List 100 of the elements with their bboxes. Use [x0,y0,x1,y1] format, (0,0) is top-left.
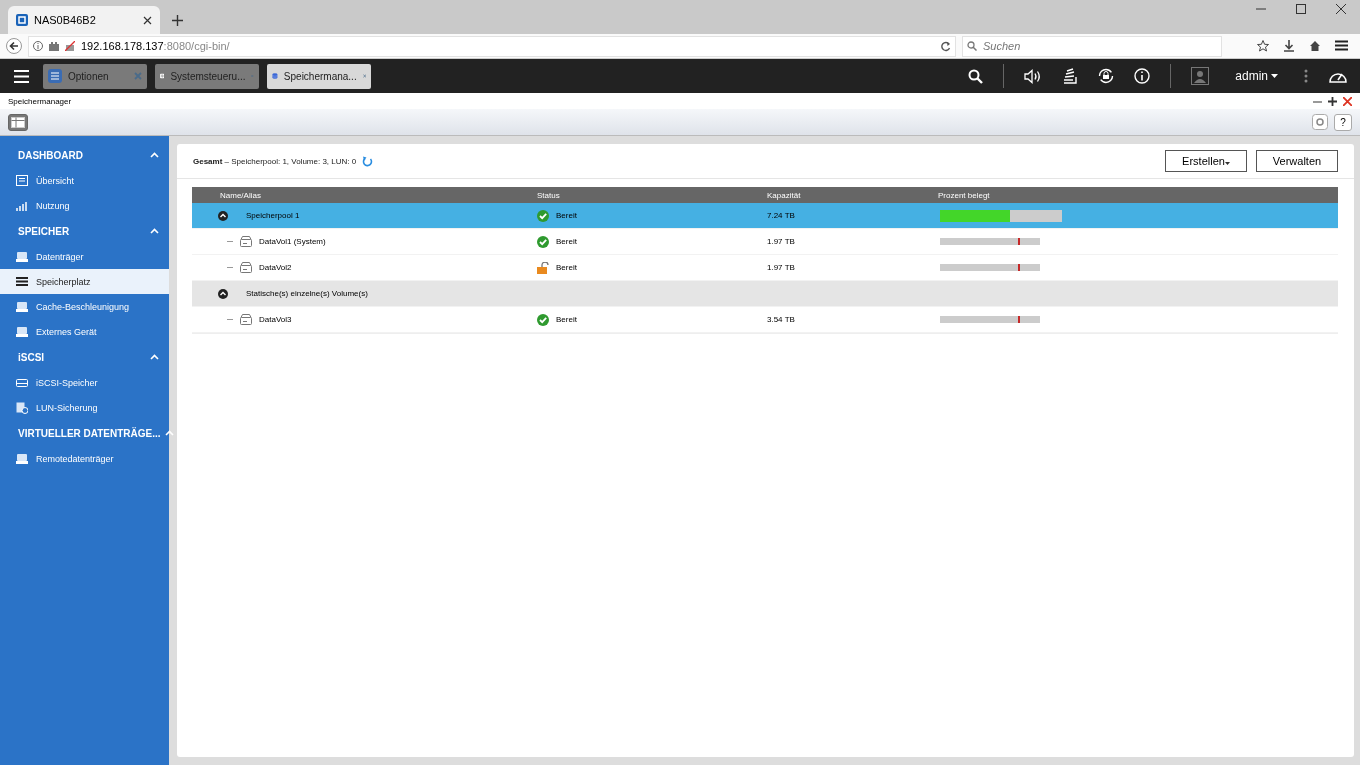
panel-toggle-button[interactable] [8,113,28,131]
address-field[interactable]: 192.168.178.137:8080/cgi-bin/ [28,35,956,57]
new-tab-icon[interactable] [172,15,183,26]
threshold-marker [1018,316,1020,323]
search-icon [967,41,977,51]
table-row[interactable]: DataVol3 Bereit 3.54 TB [192,307,1338,333]
sidebar-item[interactable]: Nutzung [0,193,169,218]
refresh-icon[interactable] [362,155,374,167]
tree-line [227,319,233,320]
star-icon[interactable] [1257,40,1269,52]
sync-icon[interactable] [1098,68,1115,84]
threshold-marker [1018,238,1020,245]
hard-drive-icon [240,262,252,273]
sidebar-item[interactable]: Remotedatenträger [0,446,169,471]
collapse-icon[interactable] [218,210,228,221]
column-header: Status [537,190,561,200]
column-header: Prozent belegt [938,190,991,200]
collapse-chevron-icon[interactable] [164,430,174,436]
url-path: :8080/cgi-bin/ [163,40,230,52]
url-host: 192.168.178.137 [81,40,164,52]
status-text: Bereit [556,263,577,272]
more-icon[interactable] [1304,69,1308,83]
tree-line [227,241,233,242]
window-icon [16,174,28,187]
settings-icon[interactable] [1312,113,1328,130]
section-heading: iSCSI [18,351,46,363]
list-icon [16,275,28,288]
unlocked-padlock-icon [537,261,549,274]
row-name: DataVol3 [259,315,292,324]
row-name: Speicherpool 1 [246,211,300,220]
info-icon[interactable] [1134,68,1151,84]
disk-icon [16,452,28,465]
row-name: Statische(s) einzelne(s) Volume(s) [246,289,368,298]
home-icon[interactable] [1309,40,1321,52]
capacity-cell-text: 7.24 TB [767,211,796,220]
tab-title: NAS0B46B2 [34,14,97,26]
menu-icon[interactable] [1335,40,1348,51]
row-name: DataVol1 (System) [259,237,326,246]
status-text: Bereit [556,211,577,220]
sidebar-item[interactable]: Datenträger [0,244,169,269]
disk-icon [16,300,28,313]
download-icon[interactable] [1283,40,1295,52]
summary-text: Gesamt – Speicherpool: 1, Volume: 3, LUN: 0 [193,156,357,166]
reload-icon[interactable] [940,40,951,52]
sidebar-item[interactable]: LUN-Sicherung [0,395,169,420]
table-row[interactable]: Speicherpool 1 Bereit 7.24 TB [192,203,1338,229]
collapse-chevron-icon[interactable] [150,152,159,158]
collapse-chevron-icon[interactable] [150,354,159,360]
column-header: Kapazität [767,190,802,200]
user-avatar-icon[interactable] [1191,67,1210,85]
user-menu[interactable]: admin [1229,68,1284,84]
speaker-icon[interactable] [1024,68,1043,84]
action-button[interactable]: Erstellen [1165,150,1247,172]
disk-icon [16,325,28,338]
insecure-lock-icon [65,41,75,51]
search-input[interactable]: Suchen [981,39,1217,53]
disk-icon [16,250,28,263]
caret-icon [1271,74,1278,78]
collapse-icon[interactable] [218,288,228,299]
section-heading: VIRTUELLER DATENTRÄGE... [18,427,161,439]
stack-icon[interactable] [1062,68,1079,84]
app-tab[interactable]: Speichermana... [267,63,371,89]
sidebar-item[interactable]: Speicherplatz [0,269,169,294]
table-row[interactable]: DataVol1 (System) Bereit 1.97 TB [192,229,1338,255]
back-icon[interactable] [6,38,22,54]
info-icon [33,41,43,51]
threshold-marker [1018,264,1020,271]
search-icon[interactable] [968,68,984,84]
sidebar-item[interactable]: Übersicht [0,168,169,193]
sidebar-item[interactable]: iSCSI-Speicher [0,370,169,395]
section-heading: SPEICHER [18,225,71,237]
capacity-cell-text: 1.97 TB [767,263,796,272]
browser-tab[interactable]: NAS0B46B2 [8,6,160,34]
section-heading: DASHBOARD [18,149,84,161]
app-window-title: Speichermanager [8,96,73,106]
capacity-cell-text: 1.97 TB [767,237,796,246]
sidebar-item[interactable]: Cache-Beschleunigung [0,294,169,319]
sidebar-item[interactable]: Externes Gerät [0,319,169,344]
capacity-cell-text: 3.54 TB [767,315,796,324]
plugin-icon [49,41,59,51]
app-tab[interactable]: Optionen [43,63,147,89]
hard-drive-icon [240,236,252,247]
group-row[interactable]: Statische(s) einzelne(s) Volume(s) [192,281,1338,307]
bar-chart-icon [16,199,28,212]
row-name: DataVol2 [259,263,292,272]
app-logo-icon [16,14,28,26]
plus-icon[interactable] [1328,96,1337,106]
sliders-icon [48,69,62,83]
collapse-chevron-icon[interactable] [150,228,159,234]
search-field[interactable]: Suchen [962,35,1222,57]
help-button[interactable]: ? [1334,113,1352,131]
action-button[interactable]: Verwalten [1256,150,1338,172]
drive-icon [16,376,28,389]
check-icon [537,313,549,326]
app-tab[interactable]: Systemsteueru... [155,63,259,89]
column-header: Name/Alias [219,190,262,200]
status-text: Bereit [556,237,577,246]
maximize-icon[interactable] [1296,4,1306,14]
tree-line [227,267,233,268]
backup-icon [16,401,28,414]
